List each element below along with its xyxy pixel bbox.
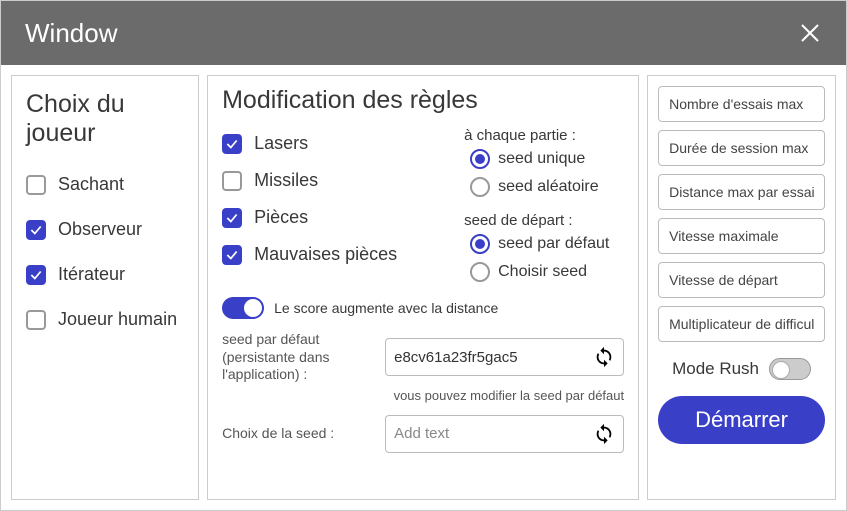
score-toggle-label: Le score augmente avec la distance xyxy=(274,300,498,316)
default-seed-row: seed par défaut (persistante dans l'appl… xyxy=(222,331,624,384)
start-seed-choisir-label: Choisir seed xyxy=(498,263,587,281)
choose-seed-label: Choix de la seed : xyxy=(222,425,377,443)
seed-mode-unique-label: seed unique xyxy=(498,150,585,168)
score-toggle-row: Le score augmente avec la distance xyxy=(222,297,624,319)
params-panel: Mode Rush Démarrer xyxy=(647,75,836,500)
refresh-icon[interactable] xyxy=(593,346,615,368)
rule-pieces-row: Pièces xyxy=(222,207,452,228)
rule-lasers-label: Lasers xyxy=(254,133,308,154)
player-sachant-checkbox[interactable] xyxy=(26,175,46,195)
default-seed-input-wrap xyxy=(385,338,624,376)
seed-mode-aleatoire-label: seed aléatoire xyxy=(498,178,599,196)
start-seed-choisir[interactable]: Choisir seed xyxy=(470,262,624,282)
refresh-icon[interactable] xyxy=(593,423,615,445)
player-observeur-checkbox[interactable] xyxy=(26,220,46,240)
player-choice-heading: Choix du joueur xyxy=(26,90,184,148)
start-seed-defaut[interactable]: seed par défaut xyxy=(470,234,624,254)
rule-missiles-label: Missiles xyxy=(254,170,318,191)
player-sachant-row: Sachant xyxy=(26,174,184,195)
rules-heading: Modification des règles xyxy=(222,86,624,115)
rule-mauvaises-pieces-row: Mauvaises pièces xyxy=(222,244,452,265)
mode-rush-toggle[interactable] xyxy=(769,358,811,380)
player-observeur-label: Observeur xyxy=(58,219,142,240)
seed-mode-heading: à chaque partie : xyxy=(464,127,624,144)
start-seed-heading: seed de départ : xyxy=(464,212,624,229)
param-multiplicateur[interactable] xyxy=(658,306,825,342)
seed-mode-unique[interactable]: seed unique xyxy=(470,149,624,169)
mode-rush-row: Mode Rush xyxy=(658,358,825,380)
rule-pieces-checkbox[interactable] xyxy=(222,208,242,228)
start-seed-defaut-label: seed par défaut xyxy=(498,235,609,253)
rules-checkboxes: Lasers Missiles Pièces Mauvaises pièces xyxy=(222,125,452,285)
param-duree-session[interactable] xyxy=(658,130,825,166)
param-essais-max[interactable] xyxy=(658,86,825,122)
rule-lasers-checkbox[interactable] xyxy=(222,134,242,154)
rule-pieces-label: Pièces xyxy=(254,207,308,228)
mode-rush-label: Mode Rush xyxy=(672,359,759,379)
score-toggle[interactable] xyxy=(222,297,264,319)
default-seed-label: seed par défaut (persistante dans l'appl… xyxy=(222,331,377,384)
player-observeur-row: Observeur xyxy=(26,219,184,240)
window-title: Window xyxy=(25,18,117,49)
default-seed-input[interactable] xyxy=(394,349,593,366)
seed-mode-aleatoire[interactable]: seed aléatoire xyxy=(470,177,624,197)
seed-mode-aleatoire-radio[interactable] xyxy=(470,177,490,197)
seed-mode-unique-radio[interactable] xyxy=(470,149,490,169)
rule-mauvaises-pieces-label: Mauvaises pièces xyxy=(254,244,397,265)
player-iterateur-label: Itérateur xyxy=(58,264,125,285)
start-seed-choisir-radio[interactable] xyxy=(470,262,490,282)
player-iterateur-checkbox[interactable] xyxy=(26,265,46,285)
choose-seed-input-wrap xyxy=(385,415,624,453)
body: Choix du joueur Sachant Observeur Itérat… xyxy=(1,65,846,510)
close-icon[interactable] xyxy=(798,21,822,45)
player-choice-panel: Choix du joueur Sachant Observeur Itérat… xyxy=(11,75,199,500)
rule-missiles-checkbox[interactable] xyxy=(222,171,242,191)
player-humain-label: Joueur humain xyxy=(58,309,177,330)
choose-seed-row: Choix de la seed : xyxy=(222,415,624,453)
start-button[interactable]: Démarrer xyxy=(658,396,825,444)
param-vitesse-max[interactable] xyxy=(658,218,825,254)
rules-grid: Lasers Missiles Pièces Mauvaises pièces xyxy=(222,125,624,285)
window: Window Choix du joueur Sachant Observeur… xyxy=(0,0,847,511)
player-humain-checkbox[interactable] xyxy=(26,310,46,330)
param-vitesse-depart[interactable] xyxy=(658,262,825,298)
rule-missiles-row: Missiles xyxy=(222,170,452,191)
player-sachant-label: Sachant xyxy=(58,174,124,195)
rule-lasers-row: Lasers xyxy=(222,133,452,154)
titlebar: Window xyxy=(1,1,846,65)
seed-note: vous pouvez modifier la seed par défaut xyxy=(222,388,624,403)
rule-mauvaises-pieces-checkbox[interactable] xyxy=(222,245,242,265)
choose-seed-input[interactable] xyxy=(394,425,593,442)
player-humain-row: Joueur humain xyxy=(26,309,184,330)
param-distance-max[interactable] xyxy=(658,174,825,210)
seed-options: à chaque partie : seed unique seed aléat… xyxy=(464,125,624,285)
start-seed-defaut-radio[interactable] xyxy=(470,234,490,254)
rules-panel: Modification des règles Lasers Missiles … xyxy=(207,75,639,500)
player-iterateur-row: Itérateur xyxy=(26,264,184,285)
